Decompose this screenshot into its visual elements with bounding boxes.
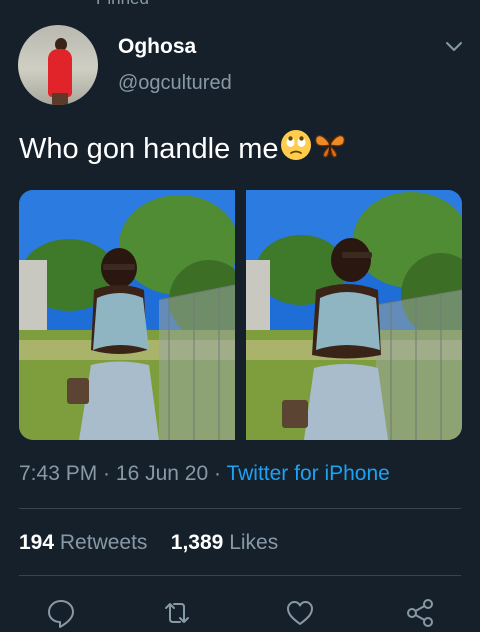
rolling-eyes-emoji-icon	[280, 130, 311, 160]
share-icon[interactable]	[404, 597, 436, 629]
author-handle[interactable]: @ogcultured	[118, 72, 232, 95]
reply-icon[interactable]	[45, 597, 77, 629]
tweet-meta: 7:43 PM · 16 Jun 20 · Twitter for iPhone	[19, 462, 390, 486]
retweets-label: Retweets	[59, 531, 148, 554]
retweet-icon[interactable]	[161, 597, 193, 629]
tweet-time: 7:43 PM	[19, 462, 98, 485]
tweet-photo-2[interactable]	[246, 190, 462, 440]
retweets-count: 194	[19, 531, 55, 554]
meta-separator: ·	[97, 462, 116, 485]
pinned-label: Pinned	[96, 0, 149, 8]
divider	[19, 575, 461, 576]
meta-separator: ·	[208, 462, 227, 485]
tweet-text-body: Who gon handle me	[19, 133, 279, 165]
photo-1-illustration	[19, 190, 235, 440]
tweet-date: 16 Jun 20	[115, 462, 209, 485]
pinned-label-cutoff: Pinned	[0, 0, 480, 8]
avatar-figure-dress	[48, 49, 72, 97]
tweet-text: Who gon handle me	[19, 128, 347, 166]
tweet-stats: 194 Retweets 1,389 Likes	[19, 531, 278, 555]
retweets-stat[interactable]: 194 Retweets	[19, 531, 147, 554]
chevron-down-icon[interactable]	[444, 36, 464, 56]
author-name[interactable]: Oghosa	[118, 35, 196, 59]
likes-label: Likes	[229, 531, 279, 554]
like-icon[interactable]	[284, 597, 316, 629]
butterfly-emoji-icon	[314, 135, 345, 158]
avatar-figure-legs	[52, 93, 68, 105]
likes-stat[interactable]: 1,389 Likes	[171, 531, 278, 554]
tweet-photo-1[interactable]	[19, 190, 235, 440]
avatar[interactable]	[18, 25, 98, 105]
likes-count: 1,389	[170, 531, 224, 554]
photo-2-illustration	[246, 190, 462, 440]
divider	[19, 508, 461, 509]
tweet-source-link[interactable]: Twitter for iPhone	[226, 462, 389, 485]
